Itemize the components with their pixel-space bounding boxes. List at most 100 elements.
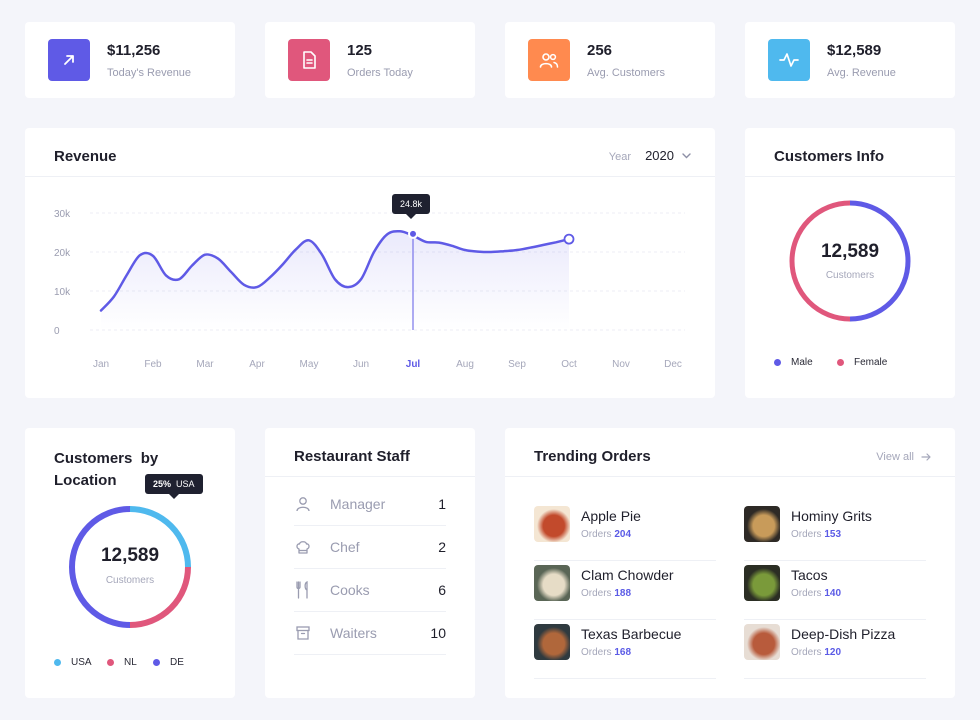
trending-title: Trending Orders xyxy=(534,448,651,465)
y-tick-label: 20k xyxy=(54,248,71,259)
donut-total: 12,589 xyxy=(820,241,880,262)
staff-row-cooks[interactable]: Cooks 6 xyxy=(294,569,446,612)
orders-value: 204 xyxy=(614,529,632,540)
order-name: Texas Barbecue xyxy=(581,626,682,642)
trending-order-item[interactable]: Hominy Grits Orders 153 xyxy=(744,505,926,561)
chart-tooltip: 24.8k xyxy=(392,193,431,219)
trending-order-item[interactable]: Apple Pie Orders 204 xyxy=(534,505,716,561)
deep-dish-pizza-photo-icon xyxy=(744,624,780,660)
trending-order-item[interactable]: Tacos Orders 140 xyxy=(744,564,926,620)
order-name: Apple Pie xyxy=(581,508,641,524)
utensils-icon xyxy=(294,581,312,599)
x-tick-label: Feb xyxy=(144,359,162,370)
x-tick-label: Apr xyxy=(249,359,265,370)
active-point xyxy=(408,228,418,239)
stat-card-orders-today: 125 Orders Today xyxy=(265,22,475,98)
staff-row-waiters[interactable]: Waiters 10 xyxy=(294,612,446,655)
end-point xyxy=(563,233,575,245)
legend-dot xyxy=(153,659,160,666)
y-tick-label: 0 xyxy=(54,326,60,337)
orders-value: 168 xyxy=(614,647,632,658)
staff-row-chef[interactable]: Chef 2 xyxy=(294,526,446,569)
texas-barbecue-photo-icon xyxy=(534,624,570,660)
orders-label: Orders xyxy=(791,647,822,658)
stat-card-avg-customers: 256 Avg. Customers xyxy=(505,22,715,98)
donut-total-label: Customers xyxy=(825,270,875,281)
restaurant-staff-card: Restaurant Staff Manager 1 Chef 2 Cooks … xyxy=(265,428,475,698)
tacos-photo-icon xyxy=(744,565,780,601)
trending-order-item[interactable]: Texas Barbecue Orders 168 xyxy=(534,623,716,679)
year-value: 2020 xyxy=(645,148,674,163)
year-label: Year xyxy=(608,151,631,163)
tooltip-percent: 25% xyxy=(153,479,172,489)
legend-dot xyxy=(837,359,844,366)
hominy-grits-photo-icon xyxy=(744,506,780,542)
donut-total-label: Customers xyxy=(105,575,155,586)
card-divider xyxy=(265,476,475,477)
card-divider xyxy=(505,476,955,477)
location-donut-chart[interactable] xyxy=(25,497,235,637)
staff-title: Restaurant Staff xyxy=(294,448,410,465)
y-tick-label: 30k xyxy=(54,209,71,220)
orders-label: Orders xyxy=(581,588,612,599)
customers-info-title: Customers Info xyxy=(774,148,885,165)
x-tick-label: Nov xyxy=(612,359,630,370)
title-line: Location xyxy=(54,472,117,489)
donut-segment-de[interactable] xyxy=(69,506,131,628)
legend-label: Male xyxy=(791,357,813,368)
legend-label: NL xyxy=(124,657,137,668)
order-count: Orders 140 xyxy=(791,588,841,599)
stat-label: Orders Today xyxy=(347,67,413,79)
x-tick-label: Sep xyxy=(508,359,526,370)
user-icon xyxy=(294,496,312,512)
legend-label: Female xyxy=(854,357,888,368)
apple-pie-photo-icon xyxy=(534,506,570,542)
stat-label: Avg. Revenue xyxy=(827,67,896,79)
order-name: Clam Chowder xyxy=(581,567,674,583)
orders-label: Orders xyxy=(791,588,822,599)
staff-row-manager[interactable]: Manager 1 xyxy=(294,483,446,526)
chart-tooltip: 25% USA xyxy=(145,474,203,499)
trending-order-item[interactable]: Deep-Dish Pizza Orders 120 xyxy=(744,623,926,679)
y-tick-label: 10k xyxy=(54,287,71,298)
orders-value: 120 xyxy=(824,647,842,658)
arrow-up-right-icon xyxy=(48,39,90,81)
stat-value: $12,589 xyxy=(827,42,882,59)
stat-label: Today's Revenue xyxy=(107,67,192,79)
order-count: Orders 153 xyxy=(791,529,841,540)
x-tick-label: Oct xyxy=(561,359,577,370)
stat-card-avg-revenue: $12,589 Avg. Revenue xyxy=(745,22,955,98)
staff-name: Chef xyxy=(330,539,360,555)
view-all-link[interactable]: View all xyxy=(876,451,931,463)
order-count: Orders 204 xyxy=(581,529,631,540)
orders-label: Orders xyxy=(581,647,612,658)
stat-card-today-revenue: $11,256 Today's Revenue xyxy=(25,22,235,98)
revenue-chart[interactable]: 30k 20k 10k 0 Jan Feb Mar Apr May Jun Jul Aug Sep Oct… xyxy=(25,176,715,398)
archive-box-icon xyxy=(294,625,312,641)
document-icon xyxy=(288,39,330,81)
clam-chowder-photo-icon xyxy=(534,565,570,601)
customers-location-title: Customers by Location xyxy=(54,448,158,492)
chevron-down-icon xyxy=(682,152,691,158)
orders-value: 140 xyxy=(824,588,842,599)
staff-name: Waiters xyxy=(330,625,377,641)
legend-label: USA xyxy=(71,657,92,668)
customers-donut-chart[interactable] xyxy=(745,193,955,333)
trending-order-item[interactable]: Clam Chowder Orders 188 xyxy=(534,564,716,620)
card-divider xyxy=(745,176,955,177)
orders-label: Orders xyxy=(581,529,612,540)
staff-count: 1 xyxy=(438,496,446,512)
stat-value: 256 xyxy=(587,42,613,59)
orders-value: 188 xyxy=(614,588,632,599)
staff-name: Cooks xyxy=(330,582,370,598)
customers-info-card: Customers Info 12,589 Customers Male Fem… xyxy=(745,128,955,398)
order-count: Orders 168 xyxy=(581,647,631,658)
legend-usa: USA xyxy=(54,657,92,668)
activity-icon xyxy=(768,39,810,81)
donut-total: 12,589 xyxy=(100,545,160,566)
staff-count: 6 xyxy=(438,582,446,598)
order-count: Orders 120 xyxy=(791,647,841,658)
year-select[interactable]: 2020 xyxy=(645,148,691,163)
revenue-title: Revenue xyxy=(54,148,117,165)
legend-label: DE xyxy=(170,657,184,668)
